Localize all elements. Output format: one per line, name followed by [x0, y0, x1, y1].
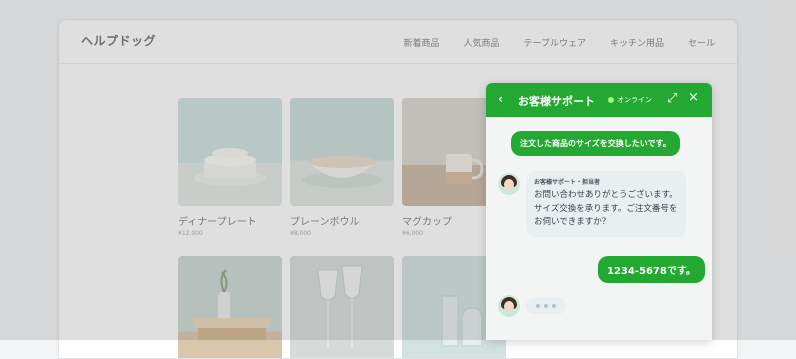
site-header: ヘルプドッグ 新着商品 人気商品 テーブルウェア キッチン用品 セール	[59, 20, 737, 64]
user-message: 1234-5678です。	[598, 256, 705, 283]
nav-popular[interactable]: 人気商品	[463, 36, 499, 49]
plates-image	[194, 148, 266, 186]
product-card[interactable]: ディナープレート ¥12,000	[178, 98, 282, 237]
online-status: オンライン	[617, 96, 652, 104]
site-logo[interactable]: ヘルプドッグ	[81, 32, 156, 49]
chat-header: ‹ お客様サポート オンライン ⤢ ×	[486, 83, 712, 117]
user-message: 注文した商品のサイズを交換したいです。	[511, 131, 680, 156]
product-card[interactable]: プレーンボウル ¥8,000	[290, 98, 394, 237]
agent-message-text: お問い合わせありがとうございます。サイズ交換を承ります。ご注文番号をお伺いできま…	[534, 190, 678, 228]
typing-dot	[544, 304, 548, 308]
agent-message: お客様サポート・担当者 お問い合わせありがとうございます。サイズ交換を承ります。…	[526, 171, 686, 237]
typing-indicator	[526, 298, 566, 314]
typing-dot	[552, 304, 556, 308]
agent-name: お客様サポート・担当者	[534, 179, 601, 186]
expand-icon[interactable]: ⤢	[667, 91, 677, 106]
nav-kitchen[interactable]: キッチン用品	[610, 36, 664, 49]
tray-image	[194, 269, 270, 340]
nav-sale[interactable]: セール	[688, 36, 715, 49]
product-card[interactable]	[290, 256, 394, 358]
product-image[interactable]	[290, 256, 394, 358]
product-price: ¥8,000	[290, 230, 311, 237]
typing-dot	[536, 304, 540, 308]
chat-title: お客様サポート	[518, 95, 595, 108]
close-icon[interactable]: ×	[688, 90, 699, 105]
main-nav: 新着商品 人気商品 テーブルウェア キッチン用品 セール	[403, 36, 715, 49]
back-icon[interactable]: ‹	[498, 92, 503, 106]
agent-avatar	[498, 295, 520, 317]
product-price: ¥12,000	[178, 230, 203, 237]
product-image[interactable]	[290, 98, 394, 206]
nav-new[interactable]: 新着商品	[403, 36, 439, 49]
product-image[interactable]	[178, 256, 282, 358]
support-chat-widget: ‹ お客様サポート オンライン ⤢ × 注文した商品のサイズを交換したいです。 …	[486, 83, 712, 340]
agent-avatar	[498, 173, 520, 195]
product-card[interactable]	[178, 256, 282, 358]
nav-tableware[interactable]: テーブルウェア	[524, 36, 586, 49]
wine-glasses-image	[317, 265, 363, 348]
product-image[interactable]	[178, 98, 282, 206]
bowl-image	[302, 156, 382, 188]
product-name[interactable]: ディナープレート	[178, 213, 282, 228]
online-status-dot	[608, 97, 614, 103]
product-name[interactable]: プレーンボウル	[290, 213, 394, 228]
chat-messages: 注文した商品のサイズを交換したいです。 お客様サポート・担当者 お問い合わせあり…	[486, 117, 712, 340]
